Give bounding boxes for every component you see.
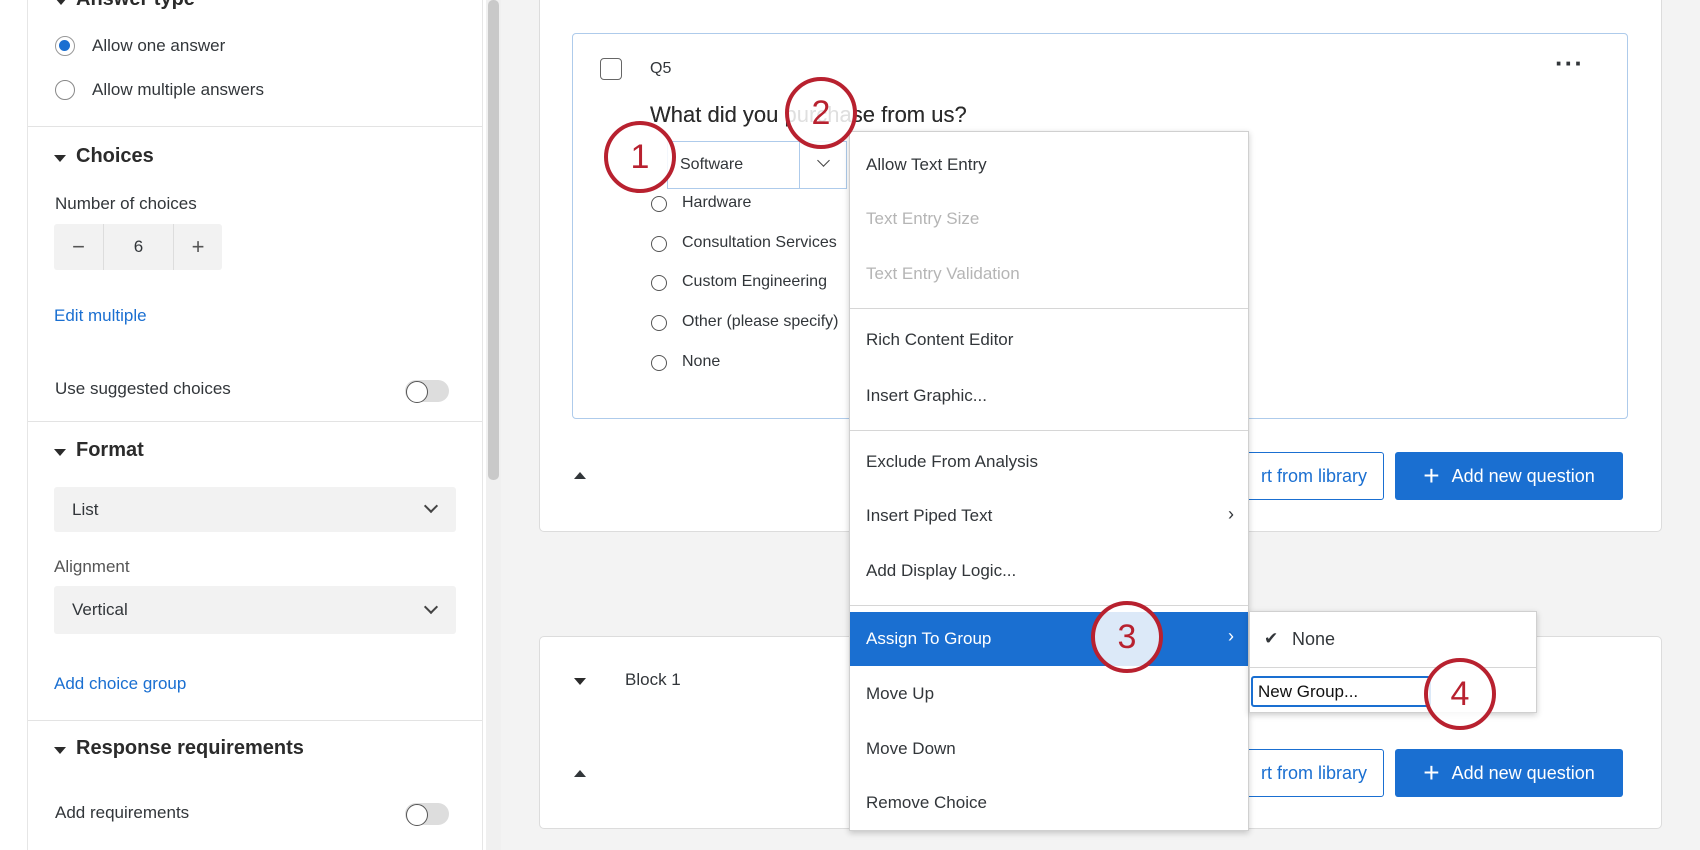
format-value: List <box>72 499 99 519</box>
choice-radio[interactable] <box>651 355 667 371</box>
menu-item-rich-content-editor[interactable]: Rich Content Editor <box>850 315 1248 365</box>
plus-icon: + <box>1423 460 1440 491</box>
question-checkbox[interactable] <box>600 58 622 80</box>
collapse-block-icon[interactable] <box>574 770 586 777</box>
menu-item-text-entry-validation: Text Entry Validation <box>866 264 1020 283</box>
choice-text[interactable]: Consultation Services <box>682 234 837 252</box>
menu-item-text-entry-size: Text Entry Size <box>866 209 980 228</box>
format-heading: Format <box>76 439 144 461</box>
chevron-down-icon <box>423 599 439 615</box>
add-new-question-label: Add new question <box>1451 465 1595 486</box>
divider <box>28 421 482 422</box>
choices-caret-icon[interactable] <box>54 155 66 162</box>
menu-item-move-down[interactable]: Move Down <box>850 724 1248 774</box>
radio-allow-multiple[interactable] <box>55 80 75 100</box>
alignment-value: Vertical <box>72 600 128 619</box>
response-caret-icon[interactable] <box>54 747 66 754</box>
question-text-end: ase from us? <box>839 102 967 127</box>
add-new-question-label: Add new question <box>1451 762 1595 783</box>
chevron-right-icon: › <box>1228 504 1234 524</box>
annotation-3: 3 <box>1091 601 1163 673</box>
submenu-item-none[interactable]: None <box>1292 629 1335 650</box>
format-select[interactable]: List <box>54 487 456 532</box>
scrollbar-thumb[interactable] <box>488 0 499 480</box>
suggested-choices-toggle[interactable] <box>405 380 449 403</box>
allow-one-label: Allow one answer <box>92 36 226 55</box>
add-new-question-button[interactable]: + Add new question <box>1395 452 1623 500</box>
settings-panel-content: Answer type Allow one answer Allow multi… <box>27 0 483 850</box>
menu-item-insert-piped-text[interactable]: Insert Piped Text <box>850 491 1248 541</box>
plus-icon: + <box>1423 757 1440 788</box>
response-requirements-heading: Response requirements <box>76 737 304 759</box>
menu-item-assign-to-group[interactable]: Assign To Group <box>850 612 1248 666</box>
menu-item-add-display-logic[interactable]: Add Display Logic... <box>850 546 1248 596</box>
choice-text[interactable]: None <box>682 353 720 371</box>
annotation-4: 4 <box>1424 658 1496 730</box>
answer-type-heading: Answer type <box>76 0 195 11</box>
menu-item-exclude-from-analysis[interactable]: Exclude From Analysis <box>850 437 1248 487</box>
choice-text-software[interactable]: Software <box>680 156 743 174</box>
divider <box>28 720 482 721</box>
question-text-start: What did you <box>650 102 779 127</box>
choice-text[interactable]: Custom Engineering <box>682 273 827 291</box>
block-title[interactable]: Block 1 <box>625 670 681 690</box>
more-options-icon[interactable]: ··· <box>1555 48 1584 79</box>
menu-item-allow-text-entry[interactable]: Allow Text Entry <box>850 140 1248 190</box>
chevron-down-icon <box>423 498 439 514</box>
allow-multiple-label: Allow multiple answers <box>92 80 264 99</box>
expand-block-icon[interactable] <box>574 678 586 685</box>
choices-count[interactable]: 6 <box>104 224 173 270</box>
choice-radio[interactable] <box>651 315 667 331</box>
choices-stepper: − 6 + <box>54 224 222 270</box>
add-requirements-label: Add requirements <box>55 803 190 822</box>
menu-item-move-up[interactable]: Move Up <box>850 669 1248 719</box>
collapse-block-icon[interactable] <box>574 472 586 479</box>
suggested-choices-label: Use suggested choices <box>55 379 231 398</box>
choice-radio[interactable] <box>651 236 667 252</box>
add-new-question-button[interactable]: + Add new question <box>1395 749 1623 797</box>
annotation-1: 1 <box>604 121 676 193</box>
menu-item-remove-choice[interactable]: Remove Choice <box>850 778 1248 828</box>
add-choice-group-link[interactable]: Add choice group <box>54 674 186 694</box>
choice-text[interactable]: Hardware <box>682 194 751 212</box>
format-caret-icon[interactable] <box>54 449 66 456</box>
number-of-choices-label: Number of choices <box>55 194 197 213</box>
choice-radio[interactable] <box>651 275 667 291</box>
decrement-button[interactable]: − <box>54 224 103 270</box>
alignment-select[interactable]: Vertical <box>54 586 456 634</box>
increment-button[interactable]: + <box>174 224 222 270</box>
collapse-caret-icon[interactable] <box>55 0 67 5</box>
choice-menu-chevron-icon[interactable] <box>817 154 830 167</box>
choice-context-menu: Allow Text Entry Text Entry Size Text En… <box>849 131 1249 831</box>
divider <box>28 126 482 127</box>
annotation-2: 2 <box>785 77 857 149</box>
menu-item-insert-graphic[interactable]: Insert Graphic... <box>850 371 1248 421</box>
radio-allow-one[interactable] <box>55 36 75 56</box>
edit-multiple-link[interactable]: Edit multiple <box>54 306 147 326</box>
choices-heading: Choices <box>76 145 154 167</box>
add-requirements-toggle[interactable] <box>405 803 449 826</box>
question-id: Q5 <box>650 60 672 77</box>
chevron-right-icon: › <box>1228 626 1234 646</box>
new-group-input[interactable]: New Group... <box>1251 676 1431 707</box>
checkmark-icon: ✔ <box>1264 629 1279 648</box>
alignment-label: Alignment <box>54 557 130 576</box>
choice-radio[interactable] <box>651 196 667 212</box>
choice-text[interactable]: Other (please specify) <box>682 313 839 331</box>
